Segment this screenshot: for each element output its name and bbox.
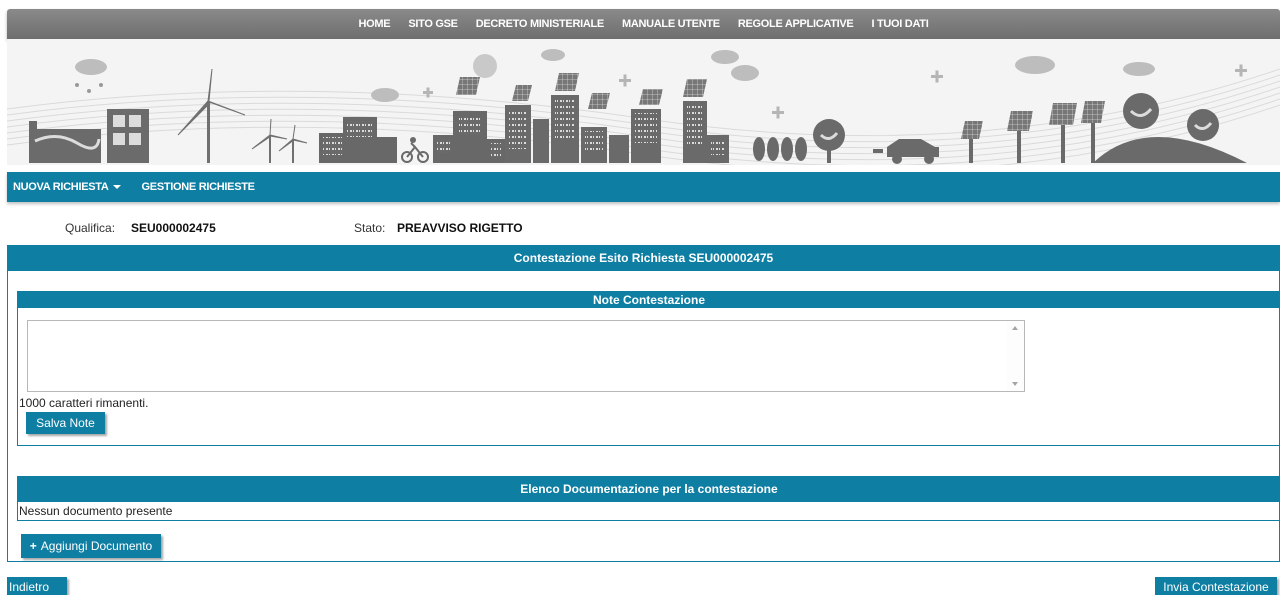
menu-nuova-richiesta-label: NUOVA RICHIESTA (13, 181, 109, 193)
documenti-empty-text: Nessun documento presente (19, 504, 173, 518)
menu-nuova-richiesta[interactable]: NUOVA RICHIESTA (10, 181, 139, 193)
stato-value: PREAVVISO RIGETTO (397, 221, 523, 235)
stato-label: Stato: (354, 221, 386, 235)
contestazione-title: Contestazione Esito Richiesta SEU0000024… (8, 246, 1279, 271)
indietro-button[interactable]: Indietro (7, 577, 67, 595)
aggiungi-documento-button[interactable]: + Aggiungi Documento (21, 534, 161, 558)
caret-down-icon (112, 185, 121, 190)
nav-home[interactable]: HOME (359, 18, 391, 30)
nav-regole-applicative[interactable]: REGOLE APPLICATIVE (738, 18, 854, 30)
nav-sito-gse[interactable]: SITO GSE (408, 18, 458, 30)
city-banner-illustration (7, 49, 1280, 165)
plus-icon: + (29, 539, 37, 553)
documentazione-panel: Elenco Documentazione per la contestazio… (17, 476, 1280, 521)
salva-note-button[interactable]: Salva Note (26, 412, 105, 434)
nav-i-tuoi-dati[interactable]: I TUOI DATI (871, 18, 928, 30)
scroll-down-icon[interactable] (1012, 382, 1018, 386)
invia-contestazione-button[interactable]: Invia Contestazione (1155, 577, 1277, 595)
scroll-up-icon[interactable] (1012, 326, 1018, 330)
aggiungi-documento-label: Aggiungi Documento (40, 539, 153, 553)
contestazione-panel: Contestazione Esito Richiesta SEU0000024… (7, 245, 1280, 562)
top-nav: HOME SITO GSE DECRETO MINISTERIALE MANUA… (7, 9, 1280, 39)
request-info-row: Qualifica: SEU000002475 Stato: PREAVVISO… (0, 221, 1280, 235)
menu-gestione-richieste[interactable]: GESTIONE RICHIESTE (139, 181, 273, 193)
chars-remaining: 1000 caratteri rimanenti. (19, 396, 149, 410)
qualifica-value: SEU000002475 (131, 221, 216, 235)
header-banner (7, 39, 1280, 165)
note-textarea[interactable] (27, 320, 1025, 392)
nav-decreto-ministeriale[interactable]: DECRETO MINISTERIALE (476, 18, 605, 30)
note-contestazione-title: Note Contestazione (18, 292, 1280, 308)
qualifica-label: Qualifica: (65, 221, 116, 235)
documentazione-title: Elenco Documentazione per la contestazio… (18, 477, 1280, 502)
nav-manuale-utente[interactable]: MANUALE UTENTE (622, 18, 720, 30)
textarea-scrollbar[interactable] (1007, 321, 1024, 391)
main-menu-bar: NUOVA RICHIESTA GESTIONE RICHIESTE (7, 172, 1280, 202)
note-contestazione-panel: Note Contestazione 1000 caratteri rimane… (17, 291, 1280, 446)
